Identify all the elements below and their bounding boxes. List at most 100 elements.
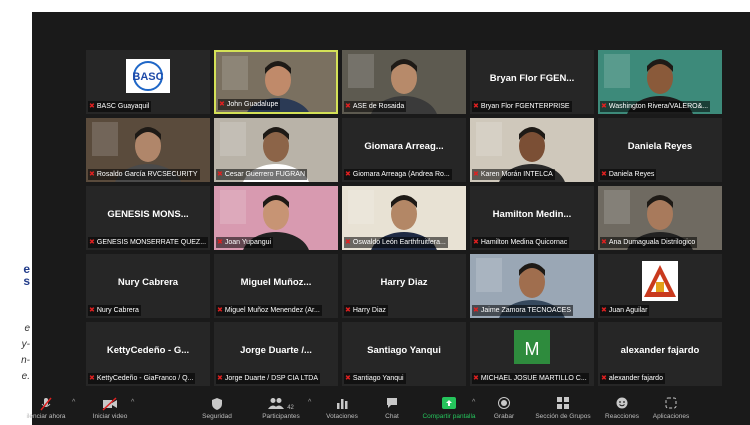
svg-text:M: M bbox=[525, 339, 540, 359]
participant-tile[interactable]: ✖ Karen Morán INTELCA bbox=[470, 118, 594, 182]
participant-display-name: Nury Cabrera bbox=[117, 277, 179, 288]
participant-name: Oswaldo León Earthfruitfera... bbox=[352, 239, 446, 246]
participant-name-label: ✖ Santiago Yanqui bbox=[344, 373, 406, 384]
participants-label: Participantes bbox=[262, 413, 300, 420]
participant-name: Daniela Reyes bbox=[608, 171, 655, 178]
participant-name: Ana Dumaguala Distrilogico bbox=[608, 239, 696, 246]
participant-name: Hamilton Medina Quicornac bbox=[480, 239, 568, 246]
polls-label: Votaciones bbox=[326, 413, 358, 420]
slide-text: n- bbox=[21, 355, 30, 366]
unmute-button[interactable]: ilenciar ahora bbox=[20, 395, 72, 425]
participant-name: KettyCedeño - GiaFranco / Q... bbox=[96, 375, 194, 382]
participant-name-label: ✖ Jaime Zamora TECNOACES bbox=[472, 305, 573, 316]
participant-display-name: GENESIS MONS... bbox=[107, 209, 189, 220]
participant-name-label: ✖ Washington Rivera/VALERO&... bbox=[600, 101, 711, 112]
participant-tile[interactable]: BASC ✖ BASC Guayaquil bbox=[86, 50, 210, 114]
participants-button[interactable]: 42 Participantes bbox=[254, 395, 308, 425]
participant-name-label: ✖ Jorge Duarte / DSP CIA LTDA bbox=[216, 373, 320, 384]
mic-muted-icon: ✖ bbox=[217, 307, 223, 314]
participant-tile[interactable]: Jorge Duarte /... ✖ Jorge Duarte / DSP CIA… bbox=[214, 322, 338, 386]
participant-tile[interactable]: Bryan Flor FGEN... ✖ Bryan Flor FGENTERPRI… bbox=[470, 50, 594, 114]
participant-name: Washington Rivera/VALERO&... bbox=[608, 103, 709, 110]
participant-name: Cesar Guerrero FUGRAN bbox=[224, 171, 306, 178]
participant-name-label: ✖ alexander fajardo bbox=[600, 373, 665, 384]
participant-tile[interactable]: M ✖ MICHAEL JOSUE MARTILLO C... bbox=[470, 322, 594, 386]
participant-display-name: Hamilton Medin... bbox=[492, 209, 572, 220]
reactions-button[interactable]: Reacciones bbox=[600, 395, 644, 425]
mic-muted-icon: ✖ bbox=[345, 239, 351, 246]
record-button[interactable]: Grabar bbox=[484, 395, 524, 425]
participant-tile[interactable]: ✖ Juan Aguilar bbox=[598, 254, 722, 318]
mic-muted-icon: ✖ bbox=[89, 171, 95, 178]
participant-tile[interactable]: GENESIS MONS... ✖ GENESIS MONSERRATE QUEZ.… bbox=[86, 186, 210, 250]
chevron-up-icon[interactable]: ^ bbox=[472, 399, 475, 406]
participant-tile[interactable]: Harry Diaz ✖ Harry Diaz bbox=[342, 254, 466, 318]
mic-muted-icon: ✖ bbox=[89, 239, 95, 246]
participant-display-name: Bryan Flor FGEN... bbox=[489, 73, 575, 84]
start-video-label: Iniciar video bbox=[92, 413, 128, 420]
participant-tile[interactable]: ✖ Oswaldo León Earthfruitfera... bbox=[342, 186, 466, 250]
participant-name: Jaime Zamora TECNOACES bbox=[480, 307, 571, 314]
participant-name: Juan Aguilar bbox=[608, 307, 648, 314]
chevron-up-icon[interactable]: ^ bbox=[72, 399, 75, 406]
slide-text: y- bbox=[21, 339, 30, 350]
participant-tile[interactable]: ✖ Joan Yupangui bbox=[214, 186, 338, 250]
participant-tile[interactable]: Daniela Reyes ✖ Daniela Reyes bbox=[598, 118, 722, 182]
apps-button[interactable]: Aplicaciones bbox=[646, 395, 696, 425]
participant-name-label: ✖ Oswaldo León Earthfruitfera... bbox=[344, 237, 448, 248]
participant-name: BASC Guayaquil bbox=[96, 103, 150, 110]
polls-button[interactable]: Votaciones bbox=[319, 395, 365, 425]
participant-tile[interactable]: Santiago Yanqui ✖ Santiago Yanqui bbox=[342, 322, 466, 386]
participant-tile[interactable]: ✖ John Guadalupe bbox=[214, 50, 338, 114]
participant-tile[interactable]: ✖ Rosaldo García RVCSECURITY bbox=[86, 118, 210, 182]
gallery-view: BASC ✖ BASC Guayaquil ✖ John Guadalupe ✖ ASE d… bbox=[86, 50, 722, 398]
people-icon bbox=[268, 398, 285, 409]
participant-name-label: ✖ Miguel Muñoz Menendez (Ar... bbox=[216, 305, 322, 316]
participant-name-label: ✖ BASC Guayaquil bbox=[88, 101, 152, 112]
participant-name: alexander fajardo bbox=[608, 375, 663, 382]
participant-name: GENESIS MONSERRATE QUEZ... bbox=[96, 239, 207, 246]
mic-muted-icon: ✖ bbox=[345, 375, 351, 382]
chat-button[interactable]: Chat bbox=[374, 395, 410, 425]
participant-name: Harry Diaz bbox=[352, 307, 386, 314]
participant-tile[interactable]: Nury Cabrera ✖ Nury Cabrera bbox=[86, 254, 210, 318]
participant-tile[interactable]: Hamilton Medin... ✖ Hamilton Medina Quicor… bbox=[470, 186, 594, 250]
participant-display-name: Miguel Muñoz... bbox=[240, 277, 312, 288]
participant-display-name: Daniela Reyes bbox=[627, 141, 693, 152]
mic-muted-icon: ✖ bbox=[345, 307, 351, 314]
slide-text: e bbox=[24, 323, 30, 334]
breakout-rooms-button[interactable]: Sección de Grupos bbox=[531, 395, 595, 425]
participant-name: MICHAEL JOSUE MARTILLO C... bbox=[480, 375, 587, 382]
participant-name: Karen Morán INTELCA bbox=[480, 171, 553, 178]
mic-muted-icon: ✖ bbox=[345, 103, 351, 110]
start-video-button[interactable]: Iniciar video bbox=[85, 395, 135, 425]
chevron-up-icon[interactable]: ^ bbox=[308, 399, 311, 406]
chevron-up-icon[interactable]: ^ bbox=[131, 399, 134, 406]
security-button[interactable]: Seguridad bbox=[195, 395, 239, 425]
participant-tile[interactable]: KettyCedeño - G... ✖ KettyCedeño - GiaFran… bbox=[86, 322, 210, 386]
meeting-toolbar: ilenciar ahora ^ Iniciar video ^ Segurid… bbox=[26, 395, 750, 425]
mic-muted-icon: ✖ bbox=[601, 103, 607, 110]
participant-name-label: ✖ Joan Yupangui bbox=[216, 237, 274, 248]
participant-tile[interactable]: ✖ Cesar Guerrero FUGRAN bbox=[214, 118, 338, 182]
participant-name-label: ✖ Cesar Guerrero FUGRAN bbox=[216, 169, 308, 180]
mic-muted-icon: ✖ bbox=[473, 307, 479, 314]
mic-muted-icon bbox=[20, 397, 72, 411]
slide-text: e. bbox=[21, 371, 30, 382]
participant-name: Nury Cabrera bbox=[96, 307, 139, 314]
participant-tile[interactable]: Miguel Muñoz... ✖ Miguel Muñoz Menendez (A… bbox=[214, 254, 338, 318]
participant-tile[interactable]: ✖ Washington Rivera/VALERO&... bbox=[598, 50, 722, 114]
participant-tile[interactable]: ✖ ASE de Rosaida bbox=[342, 50, 466, 114]
mic-muted-icon: ✖ bbox=[217, 239, 223, 246]
participant-name-label: ✖ ASE de Rosaida bbox=[344, 101, 407, 112]
participant-name-label: ✖ Giomara Arreaga (Andrea Ro... bbox=[344, 169, 452, 180]
participant-name: John Guadalupe bbox=[226, 101, 279, 108]
participant-tile[interactable]: ✖ Ana Dumaguala Distrilogico bbox=[598, 186, 722, 250]
participant-tile[interactable]: ✖ Jaime Zamora TECNOACES bbox=[470, 254, 594, 318]
participant-tile[interactable]: alexander fajardo ✖ alexander fajardo bbox=[598, 322, 722, 386]
mic-muted-icon: ✖ bbox=[89, 103, 95, 110]
participant-name-label: ✖ Rosaldo García RVCSECURITY bbox=[88, 169, 200, 180]
chat-bubble-icon bbox=[374, 397, 410, 411]
participant-tile[interactable]: Giomara Arreag... ✖ Giomara Arreaga (Andre… bbox=[342, 118, 466, 182]
background-slide-fragment: e s e y- n- e. bbox=[0, 0, 32, 425]
